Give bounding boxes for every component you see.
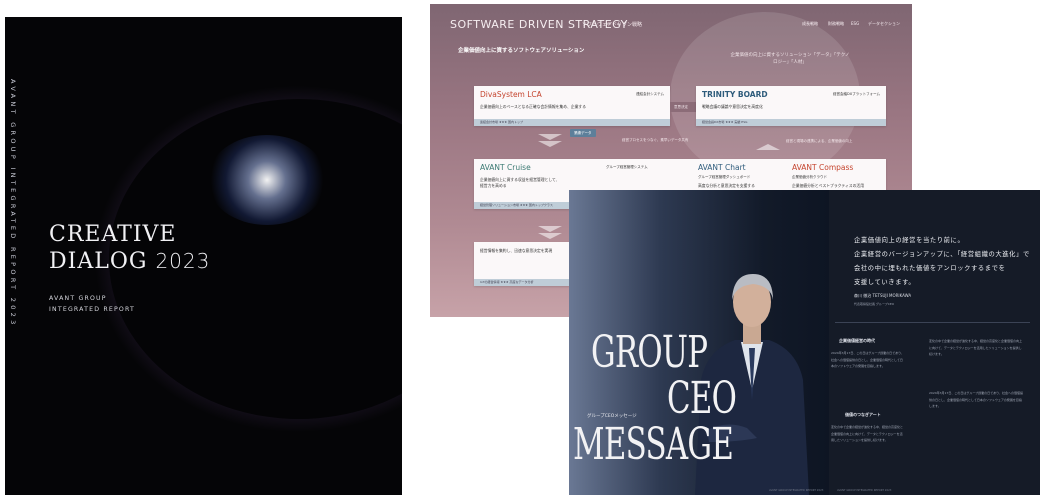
card-trinity: TRINITY BOARD 経営会議DXプラットフォーム 戦略会議の議論や意思決…	[696, 86, 886, 126]
cover-subtitle: AVANT GROUP INTEGRATED REPORT	[49, 293, 135, 315]
cover-title-line2: DIALOG 2023	[49, 248, 210, 275]
column1-text: 2024年3月17日、この日はグループ創業の日であり、社会への価値提供の日とし、…	[831, 351, 905, 368]
chevron-down-icon	[538, 233, 562, 239]
chart-body: 高度な分析と意思決定を支援する	[698, 183, 755, 188]
cover-title-year: 2023	[155, 249, 211, 273]
divasystem-tag: 連結会計システム	[636, 92, 664, 96]
pill-performance-data: 業績データ	[570, 129, 596, 137]
headline-line4: 支援していきます。	[854, 279, 916, 286]
big-title-group: GROUP	[591, 327, 708, 378]
cruise-body: 企業価値向上に資する収益を経営管理として、経営力を高める	[480, 177, 560, 188]
column1-text2: 変化の中で企業の経営が進化する中、経営の高度化と企業価値の向上に向けて、データと…	[831, 425, 904, 442]
nav-item-esg[interactable]: ESG	[851, 21, 859, 26]
trinity-name: TRINITY BOARD	[702, 90, 768, 99]
headline-line3: 会社の中に埋もれた価値をアンロックするまでを	[854, 265, 1006, 272]
ceo-signature: 森川 徹治 TETSUJI MORIKAWA	[854, 293, 912, 298]
compass-name: AVANT Compass	[792, 163, 854, 172]
cover-sub-line1: AVANT GROUP	[49, 295, 107, 302]
ceo-signature-title: 代表取締役社長 グループCEO	[854, 302, 895, 306]
compass-tag: 企業価値分析クラウド	[792, 175, 827, 179]
divasystem-bar: 連結会計市場 ★★★ 国内トップ	[474, 119, 670, 126]
divasystem-name: DivaSystem LCA	[480, 90, 542, 99]
footer-right: AVANT GROUP INTEGRATED REPORT 2023	[837, 489, 892, 492]
note-value-up: 経営と現場の連携による、企業価値の向上	[786, 139, 853, 143]
ceo-message-page: 企業価値向上の経営を当たり前に。 企業経営のバージョンアップに、「経営組織の大進…	[569, 190, 1040, 495]
compass-body: 企業価値分析とベストプラクティスの活用	[792, 183, 864, 188]
card-bottom: 経営情報を集約し、迅速な意思決定を実現 IoTの経営情報 ★★★ 高度なデータ分…	[474, 242, 570, 286]
cover-title-line1: CREATIVE	[49, 222, 177, 247]
chevron-down-icon	[538, 226, 562, 232]
cover-title-word: DIALOG	[49, 249, 148, 274]
cruise-tag: グループ経営管理システム	[606, 165, 648, 169]
column2-text: 変化の中で企業の経営が進化する中、経営の高度化と企業価値の向上に向けて、データと…	[929, 339, 1023, 356]
chart-tag: グループ経営管理ダッシュボード	[698, 175, 751, 179]
footer-left: AVANT GROUP INTEGRATED REPORT 2023	[769, 489, 824, 492]
card-divasystem: DivaSystem LCA 連結会計システム 企業価値向上のベースとなる正確な…	[474, 86, 670, 126]
ceo-message-label: グループCEOメッセージ	[587, 414, 637, 419]
divider	[835, 322, 1030, 323]
chevron-up-icon	[756, 144, 780, 150]
headline-line2: 企業経営のバージョンアップに、「経営組織の大進化」で	[854, 251, 1030, 258]
ceo-headline: 企業価値向上の経営を当たり前に。 企業経営のバージョンアップに、「経営組織の大進…	[854, 234, 1030, 290]
bottom-bar: IoTの経営情報 ★★★ 高度なデータ分析	[474, 279, 570, 286]
note-data-share: 経営プロセスをつなぐ、素早いデータ共有	[622, 138, 689, 142]
column1-heading: 企業価値経営の時代	[839, 338, 875, 343]
nav-item-growth[interactable]: 成長戦略	[802, 21, 818, 27]
big-title-message: MESSAGE	[573, 419, 734, 470]
column1-heading2: 価値のつなぎアート	[845, 412, 881, 417]
trinity-body: 戦略会議の議論や意思決定を高度化	[702, 104, 763, 109]
cruise-name: AVANT Cruise	[480, 163, 531, 172]
trinity-bar: 経営会議DX市場 ★★★ 実績 ESG	[696, 119, 886, 126]
cover-sub-line2: INTEGRATED REPORT	[49, 306, 135, 313]
strategy-lead: 企業価値向上に資するソフトウェアソリューション	[458, 48, 585, 54]
chevron-down-icon	[538, 141, 562, 147]
bottom-body: 経営情報を集約し、迅速な意思決定を実現	[480, 248, 553, 253]
strategy-heading-sub: ソフトウェアドリブン戦略	[582, 22, 643, 28]
nav-item-finance[interactable]: 財務戦略	[828, 21, 844, 27]
nav-item-data[interactable]: データセクション	[868, 21, 900, 27]
column2-text2: 2024年3月17日、この日はグループ創業の日であり、社会への価値提供の日とし、…	[929, 391, 1024, 408]
chevron-down-icon	[538, 134, 562, 140]
halo-text: 企業価値の向上に資するソリューション「データ」「テクノロジー」「人材」	[730, 53, 850, 65]
cover-title: CREATIVE DIALOG 2023	[49, 222, 210, 275]
eclipse-flare	[207, 135, 327, 225]
chart-name: AVANT Chart	[698, 163, 746, 172]
report-cover: AVANT GROUP INTEGRATED REPORT 2023 CREAT…	[5, 17, 402, 495]
cover-vertical-text: AVANT GROUP INTEGRATED REPORT 2023	[9, 79, 17, 328]
big-title-ceo: CEO	[667, 373, 737, 424]
divasystem-body: 企業価値向上のベースとなる正確な会計情報を集め、企業する	[480, 104, 587, 109]
trinity-tag: 経営会議DXプラットフォーム	[833, 92, 880, 96]
headline-line1: 企業価値向上の経営を当たり前に。	[854, 237, 965, 244]
